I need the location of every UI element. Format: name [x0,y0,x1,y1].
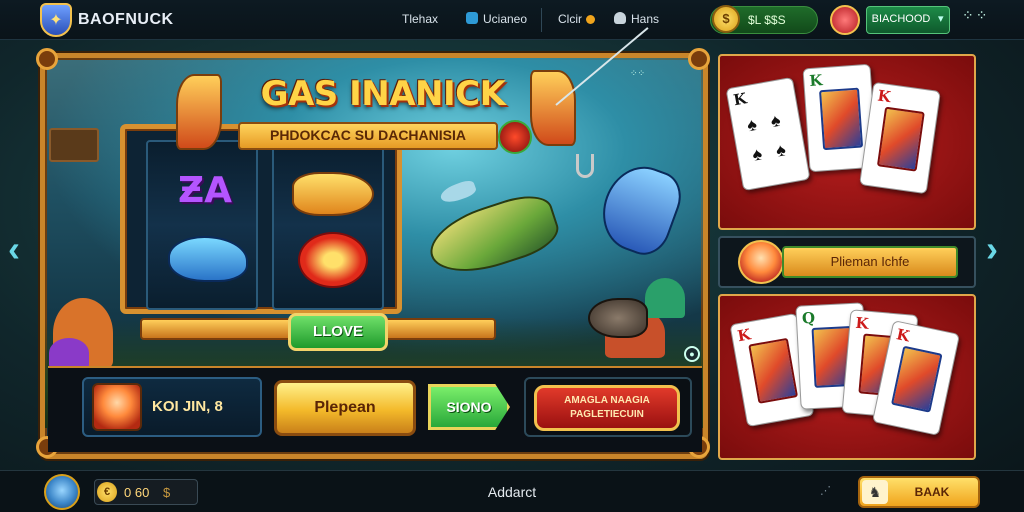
nav-item-4-label: Hans [631,12,660,26]
card-rank: K [876,86,892,107]
app-logo-text: BAOFNUCK [78,11,174,28]
reels-action-button[interactable]: LLOVE [288,313,388,351]
card-rank: K [736,325,753,346]
ornament-left-icon [176,74,222,150]
jester-avatar [738,240,784,284]
slot-reel-left [146,140,258,310]
card-rank: K [894,325,912,346]
player-name: KOI JIN, 8 [152,398,223,415]
lobby-icon [466,12,478,24]
card-rank: K [732,89,749,110]
game-title: GAS INANICK [260,74,506,114]
footer-dots-icon: ⋰ [820,485,834,497]
card-face-art [819,87,864,151]
coin-icon: € [97,482,117,502]
symbol-a-icon: ƵA [178,170,232,211]
playing-card: K [859,81,941,195]
card-rank: Q [801,308,816,328]
red-jewel-symbol-icon [298,232,368,288]
settings-circle-icon[interactable]: ● [684,346,700,362]
card-suit-icon: ♠ [774,139,788,161]
red-gem-icon [498,120,532,154]
footer-fish-avatar[interactable] [44,474,80,510]
more-menu-icon[interactable]: ⁘⁘ [962,8,989,22]
nav-item-3-label: Clcir [558,12,582,26]
promo-button[interactable]: AMAGLA NAAGIA PAGLETIECUIN [534,385,680,431]
player-avatar [92,383,142,431]
treasure-chest [49,128,99,162]
card-face-art [748,337,799,404]
card-suit-icon: ♠ [745,113,759,136]
coin-icon: $ [712,5,740,33]
carousel-prev-arrow-icon[interactable]: ‹ [8,228,20,270]
footer-coin-amount: 0 60 [124,485,150,500]
nav-item-1-label: Tlehax [402,12,439,26]
card-suit-icon: ♠ [750,143,764,165]
nav-item-4[interactable]: Hans [614,12,659,26]
dolphin-symbol-icon [168,236,248,282]
grouper-fish-icon [588,298,648,338]
seaweed-right [645,278,685,318]
nav-item-2[interactable]: Ucianeo [466,12,527,26]
coin-dot-icon [586,15,595,24]
carousel-next-arrow-icon[interactable]: › [986,228,998,270]
spin-button[interactable]: SIONO [428,384,510,430]
balance-dropdown-label: BIACHOOD [871,13,931,25]
footer-coin-currency: $ [162,485,171,500]
card-suit-icon: ♠ [769,109,782,132]
card-rank: K [808,71,823,91]
gold-fish-symbol-icon [292,172,374,216]
coral-purple [49,338,89,368]
chevron-down-icon: ▾ [938,13,944,25]
nav-item-1[interactable]: Tlehax [402,12,438,26]
user-icon [614,12,626,24]
nav-item-3[interactable]: Clcir [558,12,600,26]
user-avatar[interactable] [830,5,860,35]
card-rank: K [854,313,870,333]
footer-action-label: BAAK [914,485,950,499]
frame-corner-ornament [36,48,58,70]
coin-balance-text: $L $$S [748,13,786,27]
footer-center-label[interactable]: Addarct [462,484,562,500]
nav-divider [541,8,542,32]
card-face-art [890,345,943,413]
frame-corner-ornament [688,48,710,70]
side-banner-button[interactable]: Plieman Ichfe [782,246,958,278]
bird-icon: ♞ [862,480,888,504]
card-face-art [876,106,925,172]
footer-coin-text: 0 60 $ [124,485,170,500]
game-subtitle: PHDOKCAC SU DACHANISIA [269,127,466,143]
play-button[interactable]: Plepean [274,380,416,436]
fishing-hook-icon [576,154,594,178]
nav-item-2-label: Ucianeo [483,12,528,26]
window-dots-icon: ⁘⁘ [630,68,646,78]
logo-shield-icon: ✦ [40,3,72,37]
